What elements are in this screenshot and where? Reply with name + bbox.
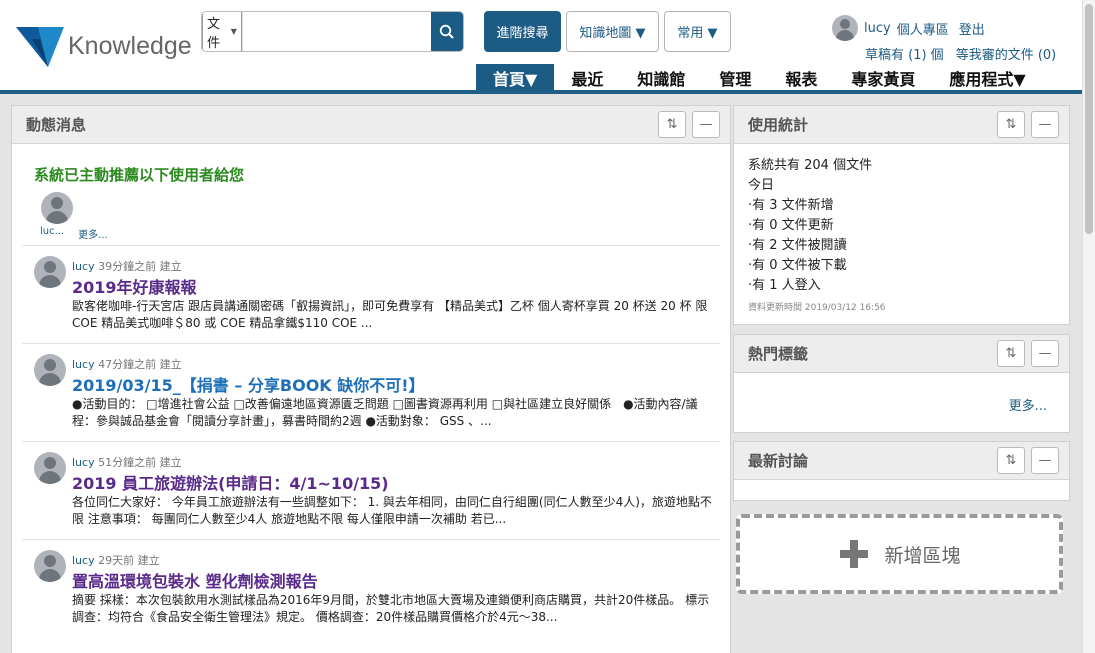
nav-item-reports[interactable]: 報表 [768,64,834,91]
list-item: lucy 39分鐘之前 建立 2019年好康報報 歐客佬咖啡-行天宮店 跟店員講… [22,245,720,343]
nav-item-expert-directory[interactable]: 專家黃頁 [834,64,932,91]
pending-review-link[interactable]: 等我審的文件 (0) [956,44,1057,63]
top-header: Knowledge 文件 ▼ 進階搜尋 知識地圖 ▼ 常用 ▼ lucy 個人專… [0,0,1082,92]
feed-title[interactable]: 2019/03/15_【捐書 – 分享BOOK 缺你不可!】 [72,372,425,396]
favorites-button[interactable]: 常用 ▼ [664,11,731,52]
avatar[interactable] [34,354,66,386]
nav-item-home[interactable]: 首頁▼ [476,64,555,91]
search-bar: 文件 ▼ [201,11,464,52]
feed-body: 各位同仁大家好： 今年員工旅遊辦法有一些調整如下： 1. 與去年相同，由同仁自行… [72,495,712,526]
feed-body: ●活動目的： □增進社會公益 □改善偏遠地區資源匱乏問題 □圖書資源再利用 □與… [72,397,698,428]
nav-item-apps[interactable]: 應用程式▼ [932,64,1042,91]
minimize-icon[interactable]: — [692,111,720,138]
list-item: lucy 51分鐘之前 建立 2019 員工旅遊辦法(申請日：4/1~10/15… [22,441,720,539]
search-input[interactable] [241,12,431,51]
list-item: lucy 29天前 建立 置高溫環境包裝水 塑化劑檢測報告 摘要 採樣：本次包裝… [22,539,720,653]
nav-item-admin[interactable]: 管理 [702,64,768,91]
search-scope-select[interactable]: 文件 ▼ [202,12,242,51]
search-scope-label: 文件 [207,16,221,51]
feed-meta: 29天前 建立 [94,554,160,567]
minimize-icon[interactable]: — [1031,340,1059,367]
refresh-icon[interactable]: ⇅ [997,111,1025,138]
stats-line: 今日 [748,178,775,193]
feed-meta: 51分鐘之前 建立 [94,456,182,469]
nav-item-knowledge-hall[interactable]: 知識館 [620,64,702,91]
refresh-icon[interactable]: ⇅ [658,111,686,138]
stats-panel-title: 使用統計 [748,116,809,134]
avatar [41,192,73,224]
news-panel: 動態消息 ⇅ — 系統已主動推薦以下使用者給您 luc... 更多... luc… [11,105,731,653]
feed-body: 歐客佬咖啡-行天宮店 跟店員講通關密碼「叡揚資訊」，即可免費享有 【精品美式】乙… [72,299,708,330]
latest-discussion-title: 最新討論 [748,452,809,470]
list-item: lucy 47分鐘之前 建立 2019/03/15_【捐書 – 分享BOOK 缺… [22,343,720,441]
knowledge-logo-icon [16,27,64,67]
stats-panel: 使用統計 ⇅ — 系統共有 204 個文件 今日 ·有 3 文件新增 ·有 0 … [733,105,1070,325]
logo[interactable]: Knowledge [14,22,194,70]
stats-line: ·有 3 文件新增 [748,198,834,213]
hot-tags-panel: 熱門標籤 ⇅ — 更多... [733,334,1070,433]
minimize-icon[interactable]: — [1031,111,1059,138]
user-name[interactable]: lucy [864,21,891,36]
feed-title[interactable]: 2019 員工旅遊辦法(申請日：4/1~10/15) [72,470,389,494]
avatar[interactable] [34,452,66,484]
recommend-user-avatar[interactable] [40,192,73,224]
feed-user[interactable]: lucy [72,456,95,469]
page-scrollbar[interactable] [1082,0,1095,653]
feed-title[interactable]: 2019年好康報報 [72,274,197,298]
stats-updated-time: 資料更新時間 2019/03/12 16:56 [748,303,886,313]
search-button[interactable] [430,12,463,51]
main-nav: 首頁▼ 最近 知識館 管理 報表 專家黃頁 應用程式▼ [476,64,1043,91]
stats-line: ·有 0 文件被下載 [748,258,847,273]
refresh-icon[interactable]: ⇅ [997,340,1025,367]
stats-line: ·有 0 文件更新 [748,218,834,233]
feed-body: 摘要 採樣：本次包裝飲用水測試樣品為2016年9月間，於雙北市地區大賣場及連鎖便… [72,593,710,624]
feed-user[interactable]: lucy [72,358,95,371]
drafts-link[interactable]: 草稿有 (1) 個 [865,44,944,63]
search-icon [439,24,454,39]
logout-link[interactable]: 登出 [959,19,985,38]
stats-line: 系統共有 204 個文件 [748,158,873,173]
user-area: lucy 個人專區 登出 草稿有 (1) 個 等我審的文件 (0) [832,15,1072,65]
avatar[interactable] [34,256,66,288]
avatar[interactable] [34,550,66,582]
feed-user[interactable]: lucy [72,554,95,567]
header-divider [0,90,1082,94]
scrollbar-thumb[interactable] [1085,4,1093,234]
plus-icon [840,540,869,568]
feed-meta: 39分鐘之前 建立 [94,260,182,273]
stats-line: ·有 1 人登入 [748,278,821,293]
news-panel-title: 動態消息 [26,116,87,134]
recommend-title: 系統已主動推薦以下使用者給您 [34,166,245,184]
feed-meta: 47分鐘之前 建立 [94,358,182,371]
add-block-label: 新增區塊 [884,544,961,567]
stats-list: 系統共有 204 個文件 今日 ·有 3 文件新增 ·有 0 文件更新 ·有 2… [748,156,886,318]
recommend-more-link[interactable]: 更多... [78,226,108,241]
latest-discussion-panel: 最新討論 ⇅ — [733,441,1070,501]
advanced-search-button[interactable]: 進階搜尋 [484,11,561,52]
feed-title[interactable]: 置高溫環境包裝水 塑化劑檢測報告 [72,568,318,592]
feed-user[interactable]: lucy [72,260,95,273]
add-block-button[interactable]: 新增區塊 [736,514,1063,594]
stats-line: ·有 2 文件被閱讀 [748,238,847,253]
hot-tags-title: 熱門標籤 [748,345,809,363]
personal-area-link[interactable]: 個人專區 [897,19,949,38]
minimize-icon[interactable]: — [1031,447,1059,474]
avatar[interactable] [832,15,858,41]
nav-item-recent[interactable]: 最近 [554,64,620,91]
logo-text: Knowledge [68,31,192,60]
refresh-icon[interactable]: ⇅ [997,447,1025,474]
hot-tags-more-link[interactable]: 更多... [1009,395,1047,414]
caret-down-icon: ▼ [230,27,237,36]
knowledge-map-button[interactable]: 知識地圖 ▼ [566,11,659,52]
recommend-user-name[interactable]: luc... [40,226,64,241]
